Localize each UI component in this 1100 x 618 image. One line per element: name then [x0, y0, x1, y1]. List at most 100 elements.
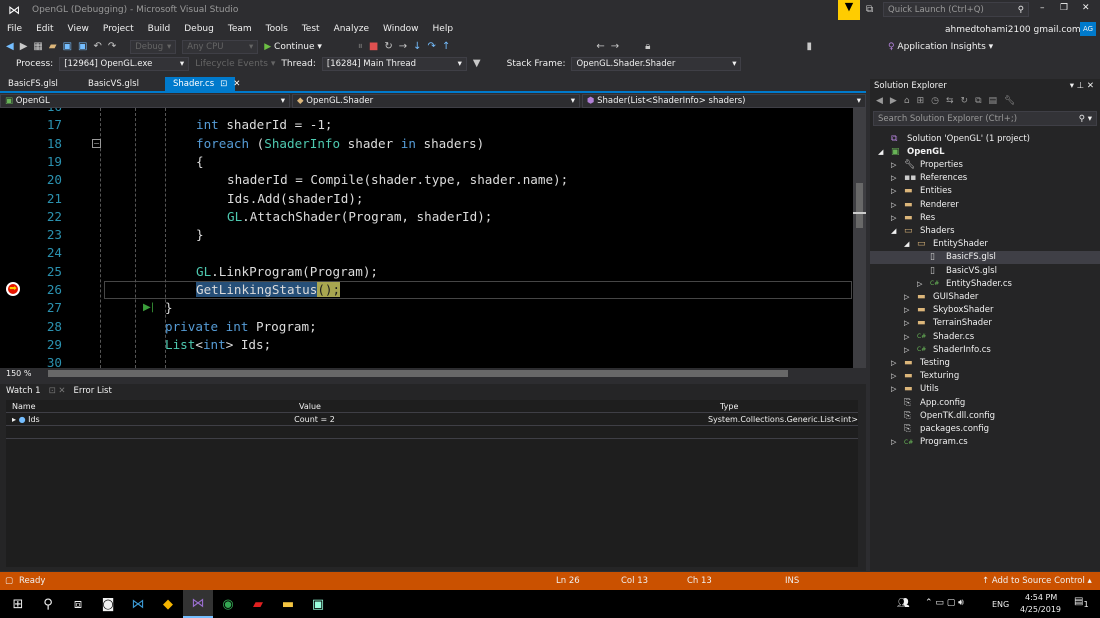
collapse-region-icon[interactable]: −: [92, 139, 101, 148]
tree-item[interactable]: ◢ ▭ EntityShader: [870, 238, 1100, 251]
tab-shader-cs[interactable]: Shader.cs ⊡ ✕: [165, 77, 240, 91]
chrome-app-icon[interactable]: ◉: [213, 590, 243, 618]
clock-time[interactable]: 4:54 PM: [1025, 593, 1057, 602]
expand-arrow-icon[interactable]: ▷: [891, 174, 900, 182]
column-type[interactable]: Type: [714, 402, 738, 411]
column-value[interactable]: Value: [293, 402, 714, 411]
tree-item[interactable]: ▷ C# ShaderInfo.cs: [870, 343, 1100, 356]
menu-build[interactable]: Build: [141, 24, 178, 34]
tree-item[interactable]: ⧉ Solution 'OpenGL' (1 project): [870, 132, 1100, 145]
project-select[interactable]: ▣ OpenGL ▾: [0, 94, 290, 108]
expand-arrow-icon[interactable]: ◢: [904, 240, 913, 248]
switch-views-icon[interactable]: ⊞: [917, 96, 925, 106]
menu-analyze[interactable]: Analyze: [327, 24, 376, 34]
camera-app-icon[interactable]: ◙: [93, 590, 123, 618]
watch-row[interactable]: ▸ ● Ids Count = 2 System.Collections.Gen…: [6, 413, 858, 426]
start-button[interactable]: ⊞: [3, 590, 33, 618]
expand-arrow-icon[interactable]: ▷: [891, 372, 900, 380]
back-icon[interactable]: ◀: [6, 41, 14, 52]
code-line[interactable]: 29 List<int> Ids;: [0, 336, 853, 354]
menu-view[interactable]: View: [61, 24, 96, 34]
feedback-icon[interactable]: ⧉: [866, 4, 873, 15]
restart-icon[interactable]: ↻: [384, 41, 392, 52]
tree-item[interactable]: ▷ ▬ Renderer: [870, 198, 1100, 211]
tree-item[interactable]: ▷ C# Shader.cs: [870, 330, 1100, 343]
show-next-statement-icon[interactable]: →: [399, 41, 407, 52]
tree-item[interactable]: ▷ ▬ Texturing: [870, 370, 1100, 383]
close-button[interactable]: ✕: [1082, 3, 1090, 13]
expand-arrow-icon[interactable]: ▷: [917, 280, 926, 288]
thread-select[interactable]: [16284] Main Thread ▾: [321, 56, 467, 71]
code-line[interactable]: 20 shaderId = Compile(shader.type, shader…: [0, 171, 853, 189]
file-explorer-app-icon[interactable]: ▬: [273, 590, 303, 618]
collapse-all-icon[interactable]: ⧉: [975, 96, 981, 106]
notifications-filter-button[interactable]: ▼: [838, 0, 860, 20]
search-icon[interactable]: ⚲: [33, 590, 63, 618]
tree-item[interactable]: ▷ ▬ TerrainShader: [870, 317, 1100, 330]
task-view-icon[interactable]: ⧈: [63, 590, 93, 618]
tree-item[interactable]: ⎘ App.config: [870, 396, 1100, 409]
pending-changes-icon[interactable]: ◷: [931, 96, 939, 106]
expand-arrow-icon[interactable]: ▷: [891, 187, 900, 195]
show-all-files-icon[interactable]: ▤: [989, 96, 998, 106]
menu-help[interactable]: Help: [426, 24, 461, 34]
avatar[interactable]: AG: [1080, 22, 1096, 36]
acrobat-app-icon[interactable]: ▰: [243, 590, 273, 618]
quick-launch-input[interactable]: Quick Launch (Ctrl+Q) ⚲: [883, 2, 1029, 17]
run-to-click-icon[interactable]: ▶|: [143, 302, 154, 313]
process-select[interactable]: [12964] OpenGL.exe ▾: [59, 56, 190, 71]
app-icon[interactable]: ▣: [303, 590, 333, 618]
expand-arrow-icon[interactable]: ▷: [904, 346, 913, 354]
tab-basicvs[interactable]: BasicVS.glsl: [80, 77, 165, 91]
expand-arrow-icon[interactable]: ▷: [891, 201, 900, 209]
stop-icon[interactable]: ■: [369, 41, 378, 52]
code-line[interactable]: 19 {: [0, 153, 853, 171]
continue-button[interactable]: ▶ Continue ▾: [264, 42, 322, 52]
account-name[interactable]: ahmedtohami2100 gmail.comd: [945, 25, 1086, 35]
tree-item[interactable]: ▷ C# Program.cs: [870, 436, 1100, 449]
tree-item[interactable]: ⎘ packages.config: [870, 422, 1100, 435]
people-icon[interactable]: 👥︎: [897, 598, 910, 609]
navigate-back-icon[interactable]: ←: [596, 41, 604, 52]
clock-date[interactable]: 4/25/2019: [1020, 605, 1061, 614]
code-line[interactable]: 26 GetLinkingStatus();: [47, 281, 852, 299]
configuration-select[interactable]: Debug ▾: [130, 39, 177, 54]
menu-edit[interactable]: Edit: [29, 24, 60, 34]
bookmark-icon[interactable]: ▮: [806, 41, 812, 52]
pin-icon[interactable]: ⊡ ✕: [49, 386, 66, 396]
open-file-icon[interactable]: ▰: [49, 41, 57, 52]
sync-icon[interactable]: ⇆: [946, 96, 954, 106]
tree-item[interactable]: ▷ ▬ Testing: [870, 356, 1100, 369]
step-over-icon[interactable]: ↷: [428, 41, 436, 52]
tree-item[interactable]: ◢ ▣ OpenGL: [870, 145, 1100, 158]
menu-debug[interactable]: Debug: [177, 24, 221, 34]
menu-window[interactable]: Window: [376, 24, 426, 34]
menu-test[interactable]: Test: [295, 24, 327, 34]
git-app-icon[interactable]: ◆: [153, 590, 183, 618]
column-name[interactable]: Name: [6, 402, 293, 411]
tree-item[interactable]: ▯ BasicVS.glsl: [870, 264, 1100, 277]
tree-item[interactable]: ⎘ OpenTK.dll.config: [870, 409, 1100, 422]
code-line[interactable]: 21 Ids.Add(shaderId);: [0, 190, 853, 208]
code-line[interactable]: 24: [0, 244, 853, 262]
tree-item[interactable]: ▯ BasicFS.glsl: [870, 250, 1100, 264]
expand-arrow-icon[interactable]: ▷: [891, 161, 900, 169]
tab-watch-1[interactable]: Watch 1: [6, 386, 41, 396]
language-indicator[interactable]: ENG: [992, 600, 1009, 609]
tree-item[interactable]: ▷ ▪▪ References: [870, 172, 1100, 185]
code-line[interactable]: 22 GL.AttachShader(Program, shaderId);: [0, 208, 853, 226]
code-line[interactable]: 17 int shaderId = -1;: [0, 116, 853, 134]
code-line[interactable]: 25 GL.LinkProgram(Program);: [0, 263, 853, 281]
navigate-forward-icon[interactable]: →: [611, 41, 619, 52]
menu-tools[interactable]: Tools: [259, 24, 295, 34]
code-line[interactable]: 27}: [0, 299, 853, 317]
tree-item[interactable]: ▷ ▬ Utils: [870, 383, 1100, 396]
back-icon[interactable]: ◀: [876, 96, 883, 106]
step-into-icon[interactable]: ↓: [413, 41, 421, 52]
tab-error-list[interactable]: Error List: [74, 386, 112, 396]
tree-item[interactable]: ▷ ▬ Entities: [870, 185, 1100, 198]
tree-item[interactable]: ▷ ▬ SkyboxShader: [870, 304, 1100, 317]
code-line[interactable]: 23}: [0, 226, 853, 244]
notification-center-icon[interactable]: ▤1: [1074, 596, 1089, 609]
expand-arrow-icon[interactable]: ◢: [878, 148, 887, 156]
